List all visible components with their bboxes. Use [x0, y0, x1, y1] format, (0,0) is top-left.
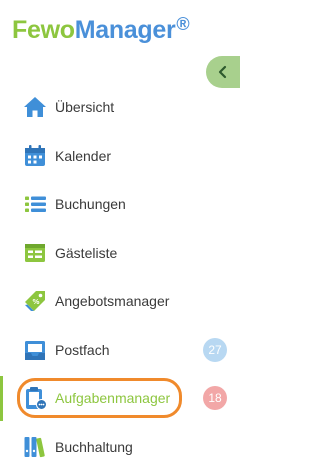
sidebar-item-label: Übersicht: [55, 99, 115, 116]
logo-registered-mark: ®: [176, 14, 190, 34]
calendar-icon: [22, 143, 48, 169]
tag-icon: %: [22, 288, 48, 314]
list-icon: [22, 191, 48, 217]
sidebar-item-aufgabenmanager[interactable]: Aufgabenmanager 18: [0, 374, 240, 423]
svg-text:%: %: [33, 298, 40, 306]
logo-part-fewo: Fewo: [12, 16, 75, 44]
postfach-count-badge: 27: [203, 337, 227, 362]
sidebar-item-label: Aufgabenmanager: [55, 390, 171, 407]
sidebar-item-label: Kalender: [55, 147, 112, 164]
sidebar-menu: Übersicht Kalender Buchungen Gästeliste …: [0, 83, 240, 470]
guest-list-icon: [22, 240, 48, 266]
sidebar-item-label: Postfach: [55, 341, 110, 358]
aufgabenmanager-count-badge: 18: [203, 386, 227, 411]
sidebar-item-label: Gästeliste: [55, 244, 118, 261]
sidebar-item-angebotsmanager[interactable]: % Angebotsmanager: [0, 277, 240, 326]
sidebar-item-label: Angebotsmanager: [55, 293, 170, 310]
sidebar-item-buchungen[interactable]: Buchungen: [0, 180, 240, 229]
sidebar-item-label: Buchhaltung: [55, 438, 133, 455]
sidebar-item-uebersicht[interactable]: Übersicht: [0, 83, 240, 132]
home-icon: [22, 94, 48, 120]
sidebar-item-label: Buchungen: [55, 196, 126, 213]
chevron-left-icon: [218, 65, 227, 79]
sidebar-item-buchhaltung[interactable]: Buchhaltung: [0, 423, 240, 470]
app-logo[interactable]: FewoManager®: [12, 14, 190, 45]
clipboard-icon: [22, 385, 48, 411]
inbox-icon: [22, 337, 48, 363]
sidebar: FewoManager® Übersicht Kalender Buchunge…: [0, 0, 240, 470]
logo-part-manager: Manager: [74, 16, 176, 44]
sidebar-item-gaesteliste[interactable]: Gästeliste: [0, 229, 240, 278]
sidebar-item-postfach[interactable]: Postfach 27: [0, 326, 240, 375]
binders-icon: [22, 434, 48, 460]
sidebar-item-kalender[interactable]: Kalender: [0, 132, 240, 181]
